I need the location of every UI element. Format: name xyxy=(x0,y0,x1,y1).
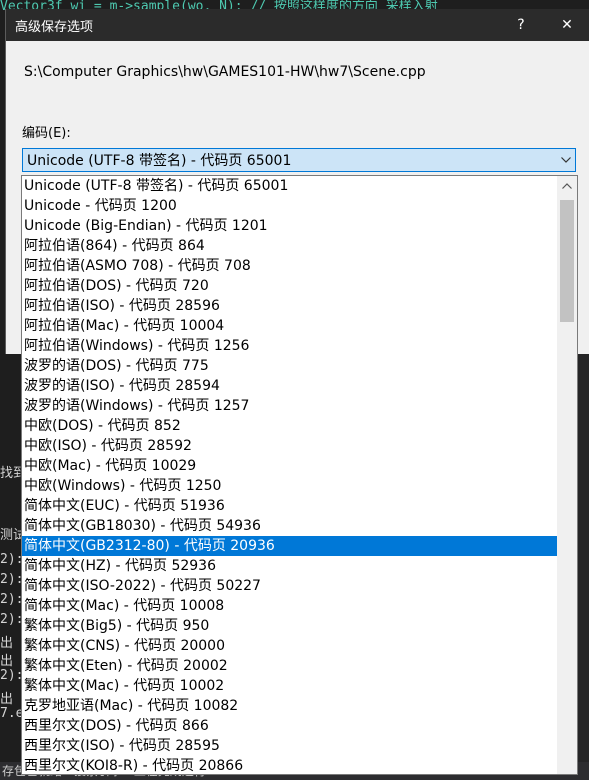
chevron-up-icon xyxy=(562,183,572,189)
scroll-up-button[interactable] xyxy=(557,176,577,196)
dropdown-scrollbar[interactable] xyxy=(557,176,577,774)
encoding-option[interactable]: 波罗的语(DOS) - 代码页 775 xyxy=(22,356,557,376)
encoding-option[interactable]: 简体中文(Mac) - 代码页 10008 xyxy=(22,596,557,616)
encoding-option[interactable]: 繁体中文(Eten) - 代码页 20002 xyxy=(22,656,557,676)
help-button[interactable]: ? xyxy=(498,9,544,41)
encoding-selected-value: Unicode (UTF-8 带签名) - 代码页 65001 xyxy=(27,153,292,169)
encoding-option[interactable]: 波罗的语(Windows) - 代码页 1257 xyxy=(22,396,557,416)
encoding-option[interactable]: 波罗的语(ISO) - 代码页 28594 xyxy=(22,376,557,396)
encoding-option[interactable]: 阿拉伯语(864) - 代码页 864 xyxy=(22,236,557,256)
encoding-option[interactable]: 克罗地亚语(Mac) - 代码页 10082 xyxy=(22,696,557,716)
encoding-option[interactable]: 阿拉伯语(DOS) - 代码页 720 xyxy=(22,276,557,296)
background-fragment: 2): xyxy=(0,592,24,607)
background-fragment: 出 xyxy=(0,654,14,669)
background-fragment: 2): xyxy=(0,572,24,587)
encoding-dropdown-list[interactable]: Unicode (UTF-8 带签名) - 代码页 65001 Unicode -… xyxy=(21,175,578,775)
encoding-combobox[interactable]: Unicode (UTF-8 带签名) - 代码页 65001 xyxy=(22,148,576,172)
encoding-label: 编码(E): xyxy=(22,126,71,141)
encoding-option[interactable]: 简体中文(HZ) - 代码页 52936 xyxy=(22,556,557,576)
encoding-option[interactable]: 繁体中文(Mac) - 代码页 10002 xyxy=(22,676,557,696)
encoding-option[interactable]: 繁体中文(Big5) - 代码页 950 xyxy=(22,616,557,636)
help-icon: ? xyxy=(517,17,525,33)
encoding-option[interactable]: 简体中文(EUC) - 代码页 51936 xyxy=(22,496,557,516)
close-icon: ✕ xyxy=(561,17,573,33)
close-button[interactable]: ✕ xyxy=(544,9,589,41)
encoding-option[interactable]: 中欧(DOS) - 代码页 852 xyxy=(22,416,557,436)
background-fragment: 出 xyxy=(0,692,14,707)
encoding-option[interactable]: 阿拉伯语(Mac) - 代码页 10004 xyxy=(22,316,557,336)
background-fragment: 7.e xyxy=(0,706,24,721)
encoding-option[interactable]: 简体中文(GB2312-80) - 代码页 20936 xyxy=(22,536,557,556)
encoding-option[interactable]: 西里尔文(DOS) - 代码页 866 xyxy=(22,716,557,736)
encoding-option[interactable]: 阿拉伯语(ISO) - 代码页 28596 xyxy=(22,296,557,316)
chevron-down-icon[interactable] xyxy=(557,157,575,163)
encoding-option[interactable]: 简体中文(ISO-2022) - 代码页 50227 xyxy=(22,576,557,596)
encoding-option[interactable]: Unicode (Big-Endian) - 代码页 1201 xyxy=(22,216,557,236)
background-fragment: 出 xyxy=(0,636,14,651)
encoding-option[interactable]: 中欧(Mac) - 代码页 10029 xyxy=(22,456,557,476)
file-path: S:\Computer Graphics\hw\GAMES101-HW\hw7\… xyxy=(24,64,426,80)
encoding-option[interactable]: 中欧(ISO) - 代码页 28592 xyxy=(22,436,557,456)
background-fragment: 2): xyxy=(0,668,24,683)
background-fragment: 2): xyxy=(0,612,24,627)
encoding-option[interactable]: 简体中文(GB18030) - 代码页 54936 xyxy=(22,516,557,536)
encoding-option[interactable]: 西里尔文(ISO) - 代码页 28595 xyxy=(22,736,557,756)
encoding-option[interactable]: 繁体中文(CNS) - 代码页 20000 xyxy=(22,636,557,656)
dialog-title-bar[interactable]: 高级保存选项 ? ✕ xyxy=(6,9,589,41)
scrollbar-thumb[interactable] xyxy=(560,200,574,322)
encoding-option[interactable]: Unicode (UTF-8 带签名) - 代码页 65001 xyxy=(22,176,557,196)
encoding-option[interactable]: Unicode - 代码页 1200 xyxy=(22,196,557,216)
encoding-option[interactable]: 阿拉伯语(Windows) - 代码页 1256 xyxy=(22,336,557,356)
encoding-option[interactable]: 西里尔文(KOI8-R) - 代码页 20866 xyxy=(22,756,557,774)
dialog-title: 高级保存选项 xyxy=(15,19,94,35)
encoding-options: Unicode (UTF-8 带签名) - 代码页 65001 Unicode -… xyxy=(22,176,557,774)
encoding-option[interactable]: 阿拉伯语(ASMO 708) - 代码页 708 xyxy=(22,256,557,276)
encoding-option[interactable]: 中欧(Windows) - 代码页 1250 xyxy=(22,476,557,496)
background-fragment: 2): xyxy=(0,552,24,567)
